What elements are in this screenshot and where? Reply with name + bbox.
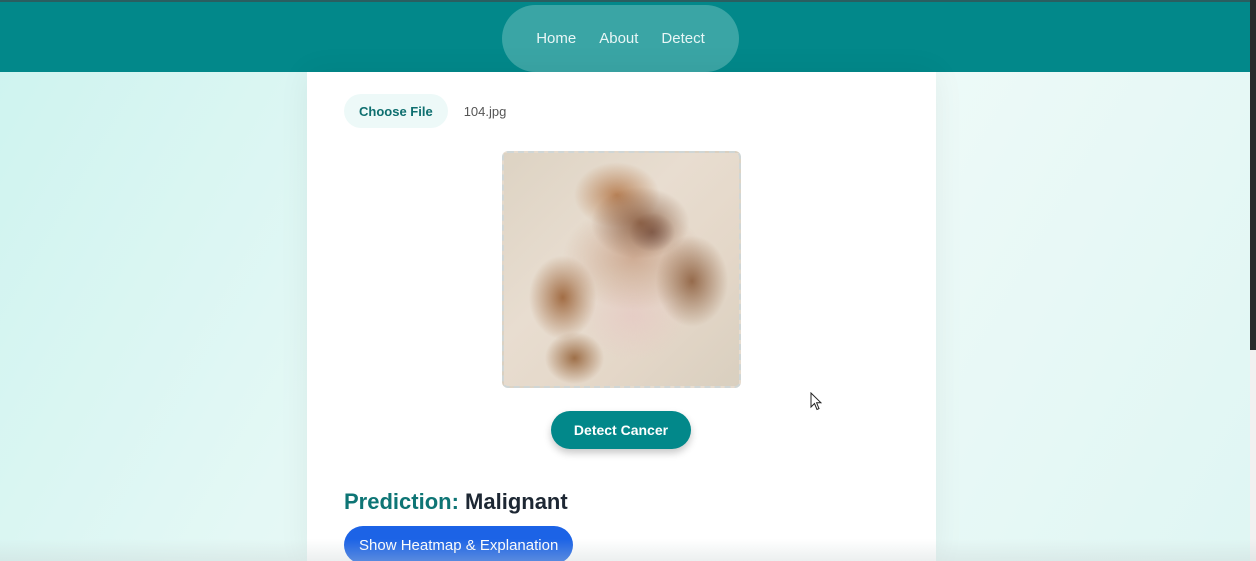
detect-cancer-button[interactable]: Detect Cancer	[551, 411, 691, 449]
nav-about-link[interactable]: About	[599, 30, 638, 47]
prediction-result: Prediction: Malignant	[344, 489, 568, 515]
choose-file-button[interactable]: Choose File	[344, 94, 448, 128]
file-upload-row: Choose File 104.jpg	[344, 94, 506, 128]
page-scrollbar[interactable]	[1250, 0, 1256, 561]
show-heatmap-button[interactable]: Show Heatmap & Explanation	[344, 526, 574, 561]
mouse-cursor-icon	[810, 392, 822, 411]
image-preview	[502, 151, 741, 388]
top-navbar: Home About Detect	[0, 0, 1250, 72]
nav-home-link[interactable]: Home	[536, 30, 576, 47]
prediction-value: Malignant	[465, 489, 568, 514]
prediction-label: Prediction:	[344, 489, 459, 514]
nav-menu: Home About Detect	[502, 5, 739, 72]
selected-file-name: 104.jpg	[463, 103, 507, 119]
detect-card: Choose File 104.jpg Detect Cancer Predic…	[307, 72, 936, 561]
scrollbar-thumb[interactable]	[1250, 0, 1256, 350]
nav-detect-link[interactable]: Detect	[661, 30, 704, 47]
